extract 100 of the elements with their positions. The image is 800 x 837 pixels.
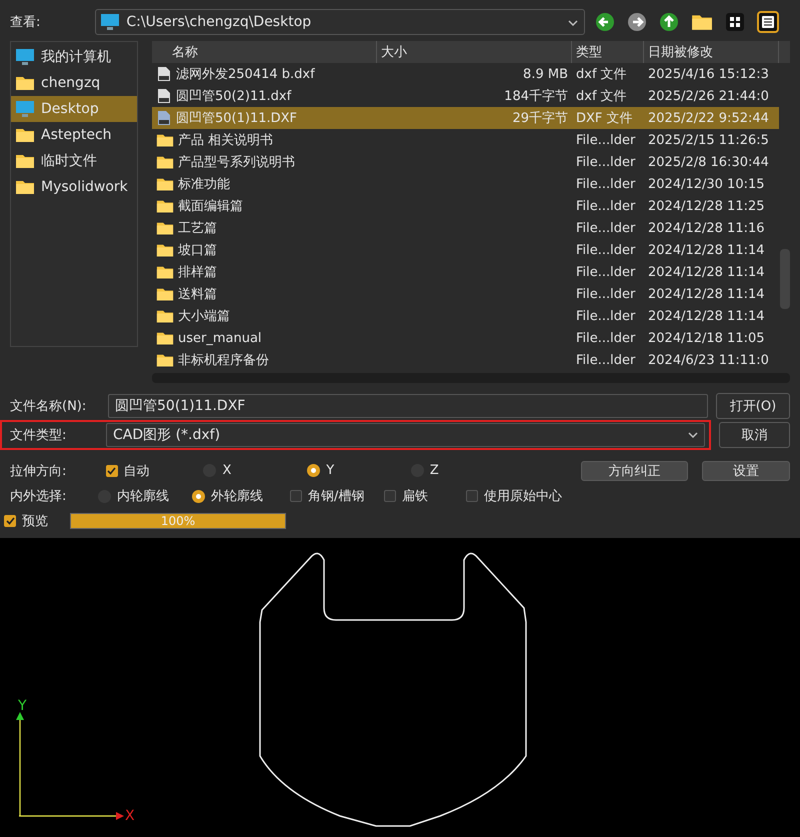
folder-icon	[156, 353, 174, 368]
file-date: 2024/12/30 10:15	[648, 176, 765, 192]
file-row[interactable]: 圆凹管50(2)11.dxf 184千字节 dxf 文件 2025/2/26 21:44:0	[152, 85, 779, 108]
folder-icon	[156, 133, 174, 148]
x-axis-label: X	[125, 808, 135, 824]
file-row[interactable]: 工艺篇 File...lder 2024/12/28 11:16	[152, 217, 779, 240]
file-date: 2025/2/15 11:26:5	[648, 132, 769, 148]
column-header[interactable]: 类型	[572, 41, 644, 64]
place-item[interactable]: Desktop	[11, 96, 137, 122]
place-item[interactable]: 临时文件	[11, 148, 137, 174]
checkbox[interactable]	[290, 490, 302, 502]
file-row[interactable]: 产品 相关说明书 File...lder 2025/2/15 11:26:5	[152, 129, 779, 152]
file-date: 2024/12/28 11:16	[648, 220, 765, 236]
file-row[interactable]: 圆凹管50(1)11.DXF 29千字节 DXF 文件 2025/2/22 9:52:44	[152, 107, 779, 130]
column-header[interactable]: 名称	[152, 41, 377, 64]
file-name: 非标机程序备份	[178, 352, 269, 370]
file-type: File...lder	[576, 176, 636, 192]
file-date: 2024/12/28 11:14	[648, 242, 765, 258]
file-name: 产品 相关说明书	[178, 132, 274, 150]
file-date: 2024/12/28 11:14	[648, 286, 765, 302]
file-type: File...lder	[576, 264, 636, 280]
file-row[interactable]: 产品型号系列说明书 File...lder 2025/2/8 16:30:44	[152, 151, 779, 174]
file-date: 2025/2/8 16:30:44	[648, 154, 769, 170]
open-button[interactable]: 打开(O)	[716, 392, 790, 419]
folder-icon	[156, 309, 174, 324]
file-type: File...lder	[576, 198, 636, 214]
file-name-label: 文件名称(N):	[10, 398, 88, 415]
folder-icon	[156, 331, 174, 346]
option-label: X	[222, 463, 232, 478]
radio-button[interactable]	[307, 464, 320, 478]
desktop-icon	[15, 100, 35, 118]
cancel-button[interactable]: 取消	[718, 422, 790, 448]
checkbox[interactable]	[384, 490, 396, 502]
place-item[interactable]: Asteptech	[11, 122, 137, 148]
place-item[interactable]: Mysolidwork	[11, 174, 137, 200]
file-name: user_manual	[178, 330, 262, 346]
file-type: File...lder	[576, 352, 636, 368]
file-name: 大小端篇	[178, 308, 230, 326]
file-row[interactable]: 非标机程序备份 File...lder 2024/6/23 11:11:0	[152, 349, 779, 372]
radio-button[interactable]	[192, 490, 205, 503]
checkbox[interactable]	[466, 490, 478, 502]
file-row[interactable]: 坡口篇 File...lder 2024/12/28 11:14	[152, 239, 779, 262]
file-name: 滤网外发250414 b.dxf	[176, 66, 315, 84]
file-date: 2024/6/23 11:11:0	[648, 352, 769, 368]
file-type: File...lder	[576, 308, 636, 324]
place-item[interactable]: chengzq	[11, 70, 137, 96]
file-name: 坡口篇	[178, 242, 217, 260]
folder-icon	[156, 265, 174, 280]
direction-correct-button[interactable]: 方向纠正	[580, 460, 688, 481]
file-row[interactable]: 滤网外发250414 b.dxf 8.9 MB dxf 文件 2025/4/16 15:12:3	[152, 63, 779, 86]
path-combo[interactable]: C:\Users\chengzq\Desktop	[95, 8, 586, 35]
file-name: 标准功能	[178, 176, 230, 194]
look-in-label: 查看:	[10, 14, 40, 31]
file-date: 2024/12/28 11:14	[648, 308, 765, 324]
grid-view-icon[interactable]	[725, 12, 746, 32]
file-type: File...lder	[576, 132, 636, 148]
file-type: DXF 文件	[576, 110, 633, 128]
file-name: 产品型号系列说明书	[178, 154, 295, 172]
option-label: 角钢/槽钢	[308, 488, 364, 506]
file-name: 圆凹管50(2)11.dxf	[176, 88, 292, 106]
progress-reading: 100%	[160, 514, 196, 528]
option-label: 内轮廓线	[117, 488, 169, 506]
folder-icon	[15, 153, 35, 170]
file-type: File...lder	[576, 220, 636, 236]
desktop-icon	[100, 12, 120, 31]
option-label: Z	[430, 463, 439, 478]
place-item[interactable]: 我的计算机	[11, 44, 137, 70]
list-view-icon[interactable]	[757, 10, 780, 33]
file-type-dropdown[interactable]: CAD图形 (*.dxf)	[106, 423, 705, 448]
file-type: File...lder	[576, 330, 636, 346]
file-row[interactable]: user_manual File...lder 2024/12/18 11:05	[152, 327, 779, 350]
file-row[interactable]: 排样篇 File...lder 2024/12/28 11:14	[152, 261, 779, 284]
file-name-field[interactable]: 圆凹管50(1)11.DXF	[108, 394, 708, 418]
chevron-down-icon	[688, 432, 698, 438]
file-date: 2025/2/26 21:44:0	[648, 88, 769, 104]
file-row[interactable]: 截面编辑篇 File...lder 2024/12/28 11:25	[152, 195, 779, 218]
settings-button[interactable]: 设置	[702, 460, 790, 481]
file-row[interactable]: 送料篇 File...lder 2024/12/28 11:14	[152, 283, 779, 306]
option-label: 自动	[124, 462, 150, 480]
option-label: 外轮廓线	[211, 488, 263, 506]
file-date: 2024/12/28 11:25	[648, 198, 765, 214]
column-header[interactable]: 日期被修改	[644, 41, 779, 64]
folder-icon	[156, 199, 174, 214]
option-label: Y	[326, 463, 334, 478]
file-name: 截面编辑篇	[178, 198, 243, 216]
checkbox[interactable]	[106, 464, 118, 477]
new-folder-icon[interactable]	[691, 12, 714, 31]
folder-icon	[156, 221, 174, 236]
file-size: 184千字节	[504, 88, 568, 106]
file-type: File...lder	[576, 286, 636, 302]
file-row[interactable]: 大小端篇 File...lder 2024/12/28 11:14	[152, 305, 779, 328]
file-type: dxf 文件	[576, 66, 627, 84]
y-axis-label: Y	[18, 698, 27, 714]
dxf-file-icon	[156, 88, 172, 104]
column-header[interactable]: 大小	[377, 41, 572, 64]
file-type: dxf 文件	[576, 88, 627, 106]
checkbox[interactable]	[4, 515, 16, 528]
file-date: 2025/2/22 9:52:44	[648, 110, 769, 126]
file-row[interactable]: 标准功能 File...lder 2024/12/30 10:15	[152, 173, 779, 196]
folder-icon	[156, 177, 174, 192]
